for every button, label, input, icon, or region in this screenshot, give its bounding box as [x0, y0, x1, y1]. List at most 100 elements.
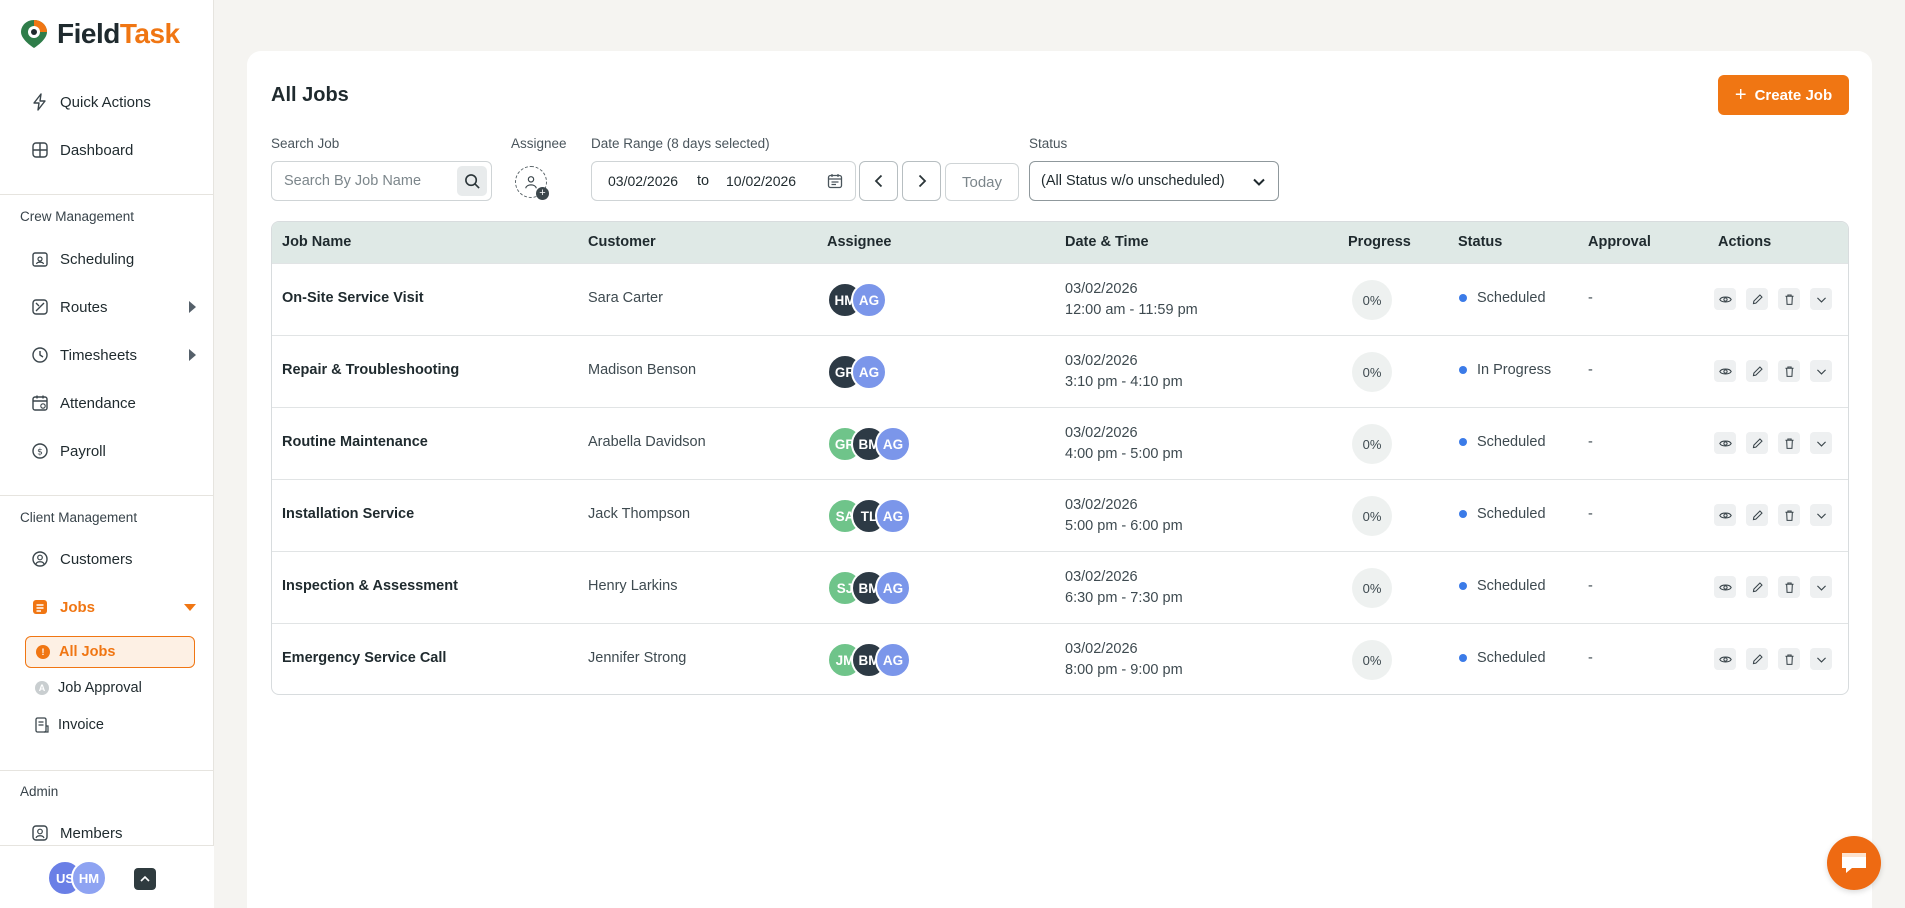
job-name[interactable]: Installation Service	[282, 506, 414, 522]
user-icon	[525, 176, 537, 189]
today-button[interactable]: Today	[945, 163, 1019, 201]
column-status[interactable]: Status	[1458, 234, 1502, 250]
view-button[interactable]	[1714, 648, 1736, 670]
edit-button[interactable]	[1746, 432, 1768, 454]
job-date-time: 03/02/2026 12:00 am - 11:59 pm	[1065, 279, 1198, 321]
customer-name: Jennifer Strong	[588, 650, 687, 666]
edit-button[interactable]	[1746, 576, 1768, 598]
eye-icon	[1718, 509, 1732, 522]
nav-attendance[interactable]: Attendance	[31, 391, 196, 415]
app-logo[interactable]: FieldTask	[19, 18, 180, 50]
date-to[interactable]: 10/02/2026	[726, 173, 796, 189]
expand-row-button[interactable]	[1810, 648, 1832, 670]
search-input[interactable]	[272, 163, 447, 199]
delete-button[interactable]	[1778, 648, 1800, 670]
subnav-all-jobs[interactable]: ! All Jobs	[25, 636, 195, 668]
row-actions	[1714, 432, 1832, 454]
view-button[interactable]	[1714, 576, 1736, 598]
pencil-icon	[1751, 365, 1764, 378]
current-users[interactable]: US HM	[47, 860, 107, 896]
table-row[interactable]: Inspection & Assessment Henry Larkins SJ…	[272, 551, 1848, 623]
edit-button[interactable]	[1746, 504, 1768, 526]
job-name[interactable]: Routine Maintenance	[282, 434, 428, 450]
chat-button[interactable]	[1827, 836, 1881, 890]
assignee-avatar[interactable]: AG	[875, 498, 911, 534]
eye-icon	[1718, 437, 1732, 450]
view-button[interactable]	[1714, 288, 1736, 310]
column-job-name[interactable]: Job Name	[282, 234, 351, 250]
view-button[interactable]	[1714, 432, 1736, 454]
nav-payroll[interactable]: $ Payroll	[31, 439, 196, 463]
column-assignee[interactable]: Assignee	[827, 234, 891, 250]
job-name[interactable]: Repair & Troubleshooting	[282, 362, 459, 378]
assignee-avatar[interactable]: AG	[875, 426, 911, 462]
column-progress[interactable]: Progress	[1348, 234, 1411, 250]
expand-row-button[interactable]	[1810, 576, 1832, 598]
delete-button[interactable]	[1778, 288, 1800, 310]
edit-button[interactable]	[1746, 360, 1768, 382]
assignee-avatar[interactable]: AG	[875, 570, 911, 606]
approval-value: -	[1588, 362, 1593, 378]
nav-customers[interactable]: Customers	[31, 547, 196, 571]
column-actions: Actions	[1718, 234, 1772, 250]
column-approval[interactable]: Approval	[1588, 234, 1651, 250]
eye-icon	[1718, 653, 1732, 666]
assignee-avatar[interactable]: AG	[875, 642, 911, 678]
expand-arrow-icon[interactable]	[189, 301, 196, 313]
status-dot-icon	[1459, 366, 1467, 374]
sidebar-toggle-button[interactable]	[134, 868, 156, 890]
status-dot-icon	[1459, 510, 1467, 518]
job-name[interactable]: On-Site Service Visit	[282, 290, 424, 306]
nav-scheduling[interactable]: Scheduling	[31, 247, 196, 271]
nav-dashboard[interactable]: Dashboard	[31, 138, 196, 162]
table-row[interactable]: Emergency Service Call Jennifer Strong J…	[272, 623, 1848, 694]
delete-button[interactable]	[1778, 576, 1800, 598]
search-button[interactable]	[457, 166, 487, 196]
previous-range-button[interactable]	[859, 161, 898, 201]
date-from[interactable]: 03/02/2026	[608, 173, 678, 189]
table-row[interactable]: Repair & Troubleshooting Madison Benson …	[272, 335, 1848, 407]
delete-button[interactable]	[1778, 504, 1800, 526]
nav-quick-actions[interactable]: Quick Actions	[31, 90, 196, 114]
progress-indicator: 0%	[1352, 424, 1392, 464]
status-select[interactable]: (All Status w/o unscheduled)	[1029, 161, 1279, 201]
avatar[interactable]: HM	[71, 860, 107, 896]
table-row[interactable]: Routine Maintenance Arabella Davidson GR…	[272, 407, 1848, 479]
date-range-picker[interactable]: 03/02/2026 to 10/02/2026	[591, 161, 856, 201]
column-date-time[interactable]: Date & Time	[1065, 234, 1149, 250]
assignee-avatar[interactable]: AG	[851, 354, 887, 390]
collapse-arrow-icon[interactable]	[184, 604, 196, 611]
edit-button[interactable]	[1746, 648, 1768, 670]
expand-arrow-icon[interactable]	[189, 349, 196, 361]
expand-row-button[interactable]	[1810, 504, 1832, 526]
delete-button[interactable]	[1778, 360, 1800, 382]
expand-row-button[interactable]	[1810, 288, 1832, 310]
nav-members[interactable]: Members	[31, 821, 196, 845]
assignee-picker[interactable]: +	[515, 166, 549, 200]
table-row[interactable]: On-Site Service Visit Sara Carter HM AG 0…	[272, 263, 1848, 335]
subnav-invoice[interactable]: Invoice	[25, 709, 195, 741]
create-job-button[interactable]: + Create Job	[1718, 75, 1849, 115]
view-button[interactable]	[1714, 504, 1736, 526]
assignee-avatar[interactable]: AG	[851, 282, 887, 318]
row-actions	[1714, 288, 1832, 310]
next-range-button[interactable]	[902, 161, 941, 201]
subnav-job-approval[interactable]: A Job Approval	[25, 672, 195, 704]
job-name[interactable]: Emergency Service Call	[282, 650, 446, 666]
nav-routes[interactable]: Routes	[31, 295, 196, 319]
delete-button[interactable]	[1778, 432, 1800, 454]
calendar-icon[interactable]	[827, 173, 843, 189]
table-row[interactable]: Installation Service Jack Thompson SA TL A…	[272, 479, 1848, 551]
nav-jobs[interactable]: Jobs	[31, 595, 196, 619]
expand-row-button[interactable]	[1810, 432, 1832, 454]
column-customer[interactable]: Customer	[588, 234, 656, 250]
approval-value: -	[1588, 578, 1593, 594]
client-management-label: Client Management	[20, 510, 138, 525]
job-name[interactable]: Inspection & Assessment	[282, 578, 458, 594]
crew-management-label: Crew Management	[20, 209, 135, 224]
expand-row-button[interactable]	[1810, 360, 1832, 382]
view-button[interactable]	[1714, 360, 1736, 382]
trash-icon	[1783, 509, 1796, 522]
edit-button[interactable]	[1746, 288, 1768, 310]
nav-timesheets[interactable]: Timesheets	[31, 343, 196, 367]
